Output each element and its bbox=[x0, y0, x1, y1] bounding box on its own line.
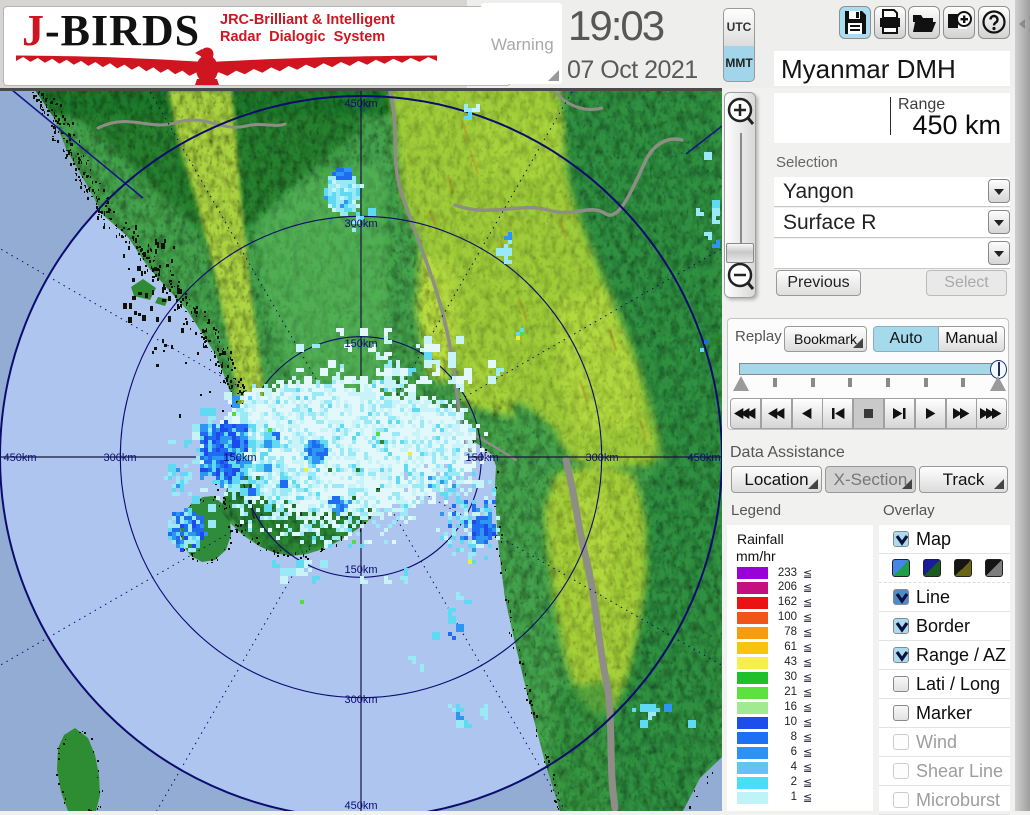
svg-text:300km: 300km bbox=[344, 218, 377, 230]
svg-text:300km: 300km bbox=[344, 694, 377, 706]
svg-text:150km: 150km bbox=[344, 564, 377, 576]
svg-text:150km: 150km bbox=[223, 452, 256, 464]
svg-text:450km: 450km bbox=[3, 452, 36, 464]
svg-text:150km: 150km bbox=[465, 452, 498, 464]
svg-text:150km: 150km bbox=[344, 338, 377, 350]
svg-text:300km: 300km bbox=[103, 452, 136, 464]
svg-text:450km: 450km bbox=[344, 98, 377, 110]
svg-text:450km: 450km bbox=[687, 452, 720, 464]
svg-text:300km: 300km bbox=[585, 452, 618, 464]
svg-text:450km: 450km bbox=[344, 800, 377, 811]
